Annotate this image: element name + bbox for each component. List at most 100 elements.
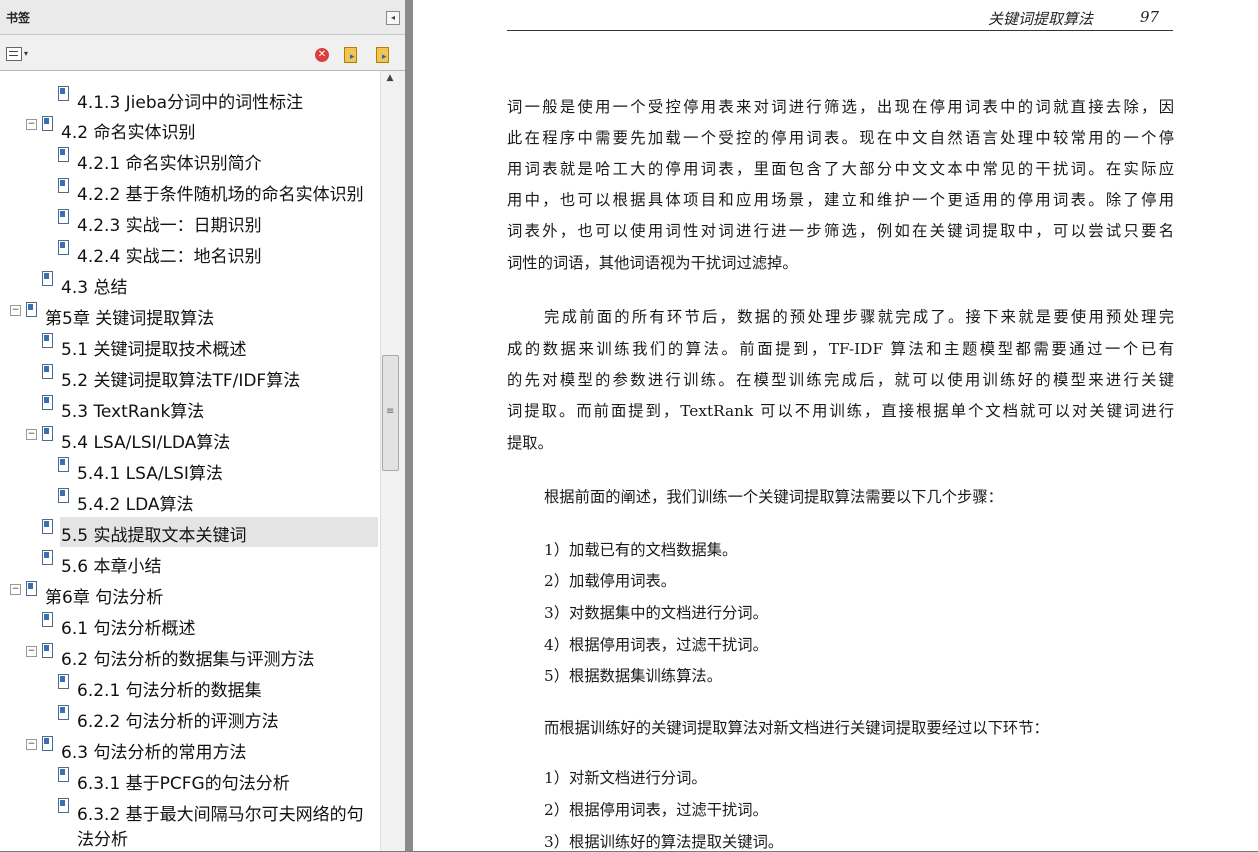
document-page: 关键词提取算法 97 词一般是使用一个受控停用表来对词进行筛选，出现在停用词表中… <box>413 0 1258 851</box>
bookmark-label: 4.2.3 实战一：日期识别 <box>77 216 262 236</box>
bookmark-label: 5.1 关键词提取技术概述 <box>61 340 247 360</box>
bookmark-label: 4.3 总结 <box>61 278 128 298</box>
bookmarks-panel: 书签 ◂ ▾ ✕ ▸ ▸ 4.1.3 Jieba分词中的词性标注 − 4.2 命名实… <box>0 0 406 851</box>
bookmark-icon <box>42 333 53 348</box>
panel-splitter[interactable] <box>405 0 413 851</box>
collapse-toggle-icon[interactable]: − <box>10 584 21 595</box>
bookmark-icon <box>58 147 69 162</box>
bookmark-item[interactable]: 6.2.2 句法分析的评测方法 <box>0 703 378 733</box>
bookmark-item[interactable]: − 6.2 句法分析的数据集与评测方法 <box>0 641 378 671</box>
header-rule <box>507 30 1173 31</box>
text-line: 1）对新文档进行分词。 <box>544 769 707 787</box>
text-line: 2）根据停用词表，过滤干扰词。 <box>544 801 768 819</box>
bookmark-item[interactable]: 4.3 总结 <box>0 269 378 299</box>
bookmarks-title: 书签 <box>6 11 31 25</box>
bookmark-scrollbar[interactable]: ▲ ≡ <box>380 71 399 851</box>
bookmark-icon <box>42 519 53 534</box>
new-bookmark-button[interactable]: ▸ <box>343 46 359 63</box>
text-line: 词表外，也可以使用词性对词进行进一步筛选，例如在关键词提取中，可以尝试只要名 <box>507 222 1174 240</box>
scroll-up-arrow[interactable]: ▲ <box>381 73 399 87</box>
bookmark-label: 法分析 <box>77 830 128 850</box>
bookmark-label: 6.2 句法分析的数据集与评测方法 <box>61 650 315 670</box>
bookmarks-toolbar: ▾ ✕ ▸ ▸ <box>0 35 405 71</box>
bookmark-label: 5.3 TextRank算法 <box>61 402 205 422</box>
bookmark-item[interactable]: − 4.2 命名实体识别 <box>0 114 378 144</box>
text-line: 此在程序中需要先加载一个受控的停用词表。现在中文自然语言处理中较常用的一个停 <box>507 129 1174 147</box>
bookmark-icon <box>42 271 53 286</box>
running-title: 关键词提取算法 <box>988 10 1094 28</box>
text-line: 1）加载已有的文档数据集。 <box>544 541 738 559</box>
options-menu-button[interactable]: ▾ <box>6 47 30 61</box>
bookmark-item[interactable]: − 6.3 句法分析的常用方法 <box>0 734 378 764</box>
bookmark-icon <box>58 457 69 472</box>
bookmark-icon <box>58 767 69 782</box>
bookmark-item[interactable]: 6.2.1 句法分析的数据集 <box>0 672 378 702</box>
text-line: 3）对数据集中的文档进行分词。 <box>544 604 768 622</box>
bookmarks-header: 书签 ◂ <box>0 0 405 35</box>
text-line: 的先对模型的参数进行训练。在模型训练完成后，就可以使用训练好的模型来进行关键 <box>507 371 1174 389</box>
chevron-down-icon: ▾ <box>24 49 29 58</box>
collapse-panel-button[interactable]: ◂ <box>386 11 400 25</box>
bookmark-label: 6.3 句法分析的常用方法 <box>61 743 247 763</box>
text-line: 提取。 <box>507 434 553 452</box>
collapse-toggle-icon[interactable]: − <box>26 119 37 130</box>
collapse-toggle-icon[interactable]: − <box>26 739 37 750</box>
bookmark-icon <box>42 736 53 751</box>
bookmark-item[interactable]: − 第5章 关键词提取算法 <box>0 300 378 330</box>
collapse-toggle-icon[interactable]: − <box>10 305 21 316</box>
text-line: 成的数据来训练我们的算法。前面提到，TF-IDF 算法和主题模型都需要通过一个已… <box>507 340 1174 358</box>
text-line: 用中，也可以根据具体项目和应用场景，建立和维护一个更适用的停用词表。除了停用 <box>507 191 1174 209</box>
grip-icon: ≡ <box>386 406 395 417</box>
bookmark-item[interactable]: 4.2.4 实战二：地名识别 <box>0 238 378 268</box>
bookmark-label: 6.2.1 句法分析的数据集 <box>77 681 262 701</box>
bookmark-item[interactable]: 6.3.1 基于PCFG的句法分析 <box>0 765 378 795</box>
delete-bookmark-button[interactable]: ✕ <box>315 48 329 62</box>
bookmark-label: 5.4.2 LDA算法 <box>77 495 194 515</box>
bookmark-label: 第6章 句法分析 <box>45 588 164 608</box>
scrollbar-thumb[interactable]: ≡ <box>382 355 399 471</box>
expand-bookmark-button[interactable]: ▸ <box>375 46 391 63</box>
collapse-toggle-icon[interactable]: − <box>26 429 37 440</box>
text-line: 根据前面的阐述，我们训练一个关键词提取算法需要以下几个步骤： <box>544 488 1003 506</box>
bookmark-icon <box>42 426 53 441</box>
bookmark-item[interactable]: 5.6 本章小结 <box>0 548 378 578</box>
bookmark-icon <box>58 798 69 813</box>
bookmark-icon <box>42 116 53 131</box>
bookmark-item[interactable]: 法分析 <box>0 821 378 851</box>
bookmark-item[interactable]: − 5.4 LSA/LSI/LDA算法 <box>0 424 378 454</box>
bookmark-label: 5.4 LSA/LSI/LDA算法 <box>61 433 231 453</box>
bookmark-item[interactable]: 4.2.3 实战一：日期识别 <box>0 207 378 237</box>
text-line: 用词表就是哈工大的停用词表，里面包含了大部分中文文本中常见的干扰词。在实际应 <box>507 160 1174 178</box>
bookmark-item[interactable]: 4.2.1 命名实体识别简介 <box>0 145 378 175</box>
bookmark-icon <box>58 705 69 720</box>
page-number: 97 <box>1140 8 1160 26</box>
bookmark-item[interactable]: 4.1.3 Jieba分词中的词性标注 <box>0 84 378 114</box>
bookmark-label: 4.2.4 实战二：地名识别 <box>77 247 262 267</box>
bookmark-item[interactable]: 5.3 TextRank算法 <box>0 393 378 423</box>
bookmark-item[interactable]: 5.5 实战提取文本关键词 <box>42 517 378 547</box>
bookmark-label: 5.4.1 LSA/LSI算法 <box>77 464 223 484</box>
collapse-toggle-icon[interactable]: − <box>26 646 37 657</box>
bookmark-icon <box>42 643 53 658</box>
text-line: 2）加载停用词表。 <box>544 572 677 590</box>
bookmark-label: 6.3.1 基于PCFG的句法分析 <box>77 774 290 794</box>
bookmark-label: 4.1.3 Jieba分词中的词性标注 <box>77 93 304 113</box>
bookmark-icon <box>58 178 69 193</box>
bookmark-item[interactable]: 5.1 关键词提取技术概述 <box>0 331 378 361</box>
bookmark-icon <box>42 550 53 565</box>
bookmark-item[interactable]: 5.4.2 LDA算法 <box>0 486 378 516</box>
bookmark-item[interactable]: 5.4.1 LSA/LSI算法 <box>0 455 378 485</box>
bookmark-item[interactable]: 5.2 关键词提取算法TF/IDF算法 <box>0 362 378 392</box>
text-line: 词提取。而前面提到，TextRank 可以不用训练，直接根据单个文档就可以对关键… <box>507 402 1174 420</box>
text-line: 4）根据停用词表，过滤干扰词。 <box>544 636 768 654</box>
text-line: 而根据训练好的关键词提取算法对新文档进行关键词提取要经过以下环节： <box>544 719 1049 737</box>
bookmark-label: 4.2.2 基于条件随机场的命名实体识别 <box>77 185 364 205</box>
bookmark-item[interactable]: − 第6章 句法分析 <box>0 579 378 609</box>
bookmark-icon <box>58 86 69 101</box>
bookmark-tree: 4.1.3 Jieba分词中的词性标注 − 4.2 命名实体识别 4.2.1 命名实体… <box>0 71 380 851</box>
bookmark-item[interactable]: 4.2.2 基于条件随机场的命名实体识别 <box>0 176 378 206</box>
bookmark-label: 6.1 句法分析概述 <box>61 619 196 639</box>
bookmark-item[interactable]: 6.1 句法分析概述 <box>0 610 378 640</box>
text-line: 完成前面的所有环节后，数据的预处理步骤就完成了。接下来就是要使用预处理完 <box>544 308 1174 326</box>
text-line: 3）根据训练好的算法提取关键词。 <box>544 833 784 851</box>
